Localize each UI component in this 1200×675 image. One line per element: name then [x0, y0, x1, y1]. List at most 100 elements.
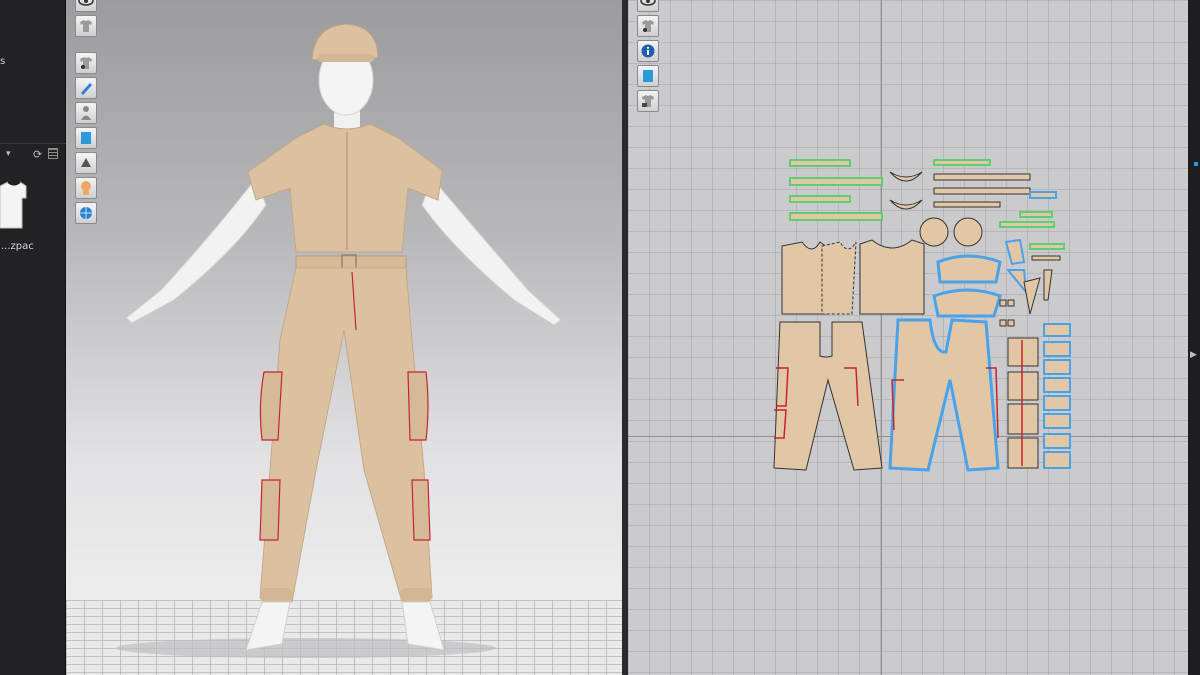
- pattern-layout[interactable]: [628, 0, 1188, 675]
- pattern-flap-5[interactable]: [1043, 395, 1071, 411]
- texture-icon: [643, 70, 653, 82]
- pattern-strip-5[interactable]: [933, 159, 991, 166]
- pattern-strip-6[interactable]: [933, 173, 1031, 181]
- folder-dropdown-icon[interactable]: ▾: [6, 149, 11, 159]
- pattern-cap-band-2[interactable]: [932, 288, 1002, 318]
- pattern-strip-13[interactable]: [1031, 255, 1061, 261]
- pattern-pocket-1[interactable]: [1007, 337, 1039, 367]
- lock-garment-button[interactable]: [637, 90, 659, 112]
- pattern-strip-7[interactable]: [933, 187, 1031, 195]
- texture-button[interactable]: [75, 127, 97, 149]
- pattern-crescent-1[interactable]: [889, 171, 923, 182]
- eye-icon: [640, 0, 656, 6]
- viewport-2d[interactable]: [628, 0, 1188, 675]
- library-panel: s ▾ ⟳ ...zpac: [0, 0, 66, 675]
- pattern-circle-1[interactable]: [919, 217, 949, 247]
- pattern-tiny-2[interactable]: [1007, 299, 1015, 307]
- library-file-thumbnail[interactable]: [0, 178, 28, 230]
- expand-panel-icon[interactable]: ▶: [1190, 350, 1197, 360]
- pattern-tiny-1[interactable]: [999, 299, 1007, 307]
- refresh-icon[interactable]: ⟳: [33, 148, 42, 161]
- library-file-name[interactable]: ...zpac: [1, 241, 34, 252]
- belt: [295, 255, 407, 269]
- pattern-tiny-3[interactable]: [999, 319, 1007, 327]
- avatar-with-garment[interactable]: [66, 0, 622, 675]
- pattern-pocket-4[interactable]: [1007, 437, 1039, 469]
- skin-icon: [81, 181, 91, 195]
- pattern-strip-12[interactable]: [1029, 243, 1065, 250]
- pattern-crescent-2[interactable]: [889, 199, 923, 210]
- pattern-strip-4[interactable]: [789, 212, 883, 221]
- pattern-flap-7[interactable]: [1043, 433, 1071, 449]
- pattern-flap-4[interactable]: [1043, 377, 1071, 393]
- avatar-icon: [81, 106, 91, 120]
- pattern-flap-3[interactable]: [1043, 359, 1071, 375]
- lock-garment-icon: [642, 95, 654, 107]
- pattern-pocket-3[interactable]: [1007, 403, 1039, 435]
- avatar-left-arm: [125, 176, 267, 324]
- pattern-strip-8[interactable]: [933, 201, 1001, 208]
- pattern-strip-3[interactable]: [789, 195, 851, 203]
- show-garment-2-button[interactable]: [75, 52, 97, 74]
- tshirt-icon: [0, 181, 27, 229]
- pattern-flap-2[interactable]: [1043, 341, 1071, 357]
- toolbar-2d: [637, 0, 661, 115]
- garment-eye-icon: [80, 57, 92, 69]
- cargo-pocket-left-lower: [259, 479, 281, 541]
- show-pattern-button[interactable]: [637, 0, 659, 12]
- pattern-front-bodice-right[interactable]: [821, 241, 857, 315]
- info-button[interactable]: [637, 40, 659, 62]
- pattern-cap-band-1[interactable]: [936, 254, 1002, 284]
- globe-icon: [80, 207, 92, 219]
- cargo-pocket-right-lower: [411, 479, 431, 541]
- brush-button[interactable]: [75, 77, 97, 99]
- pattern-flap-8[interactable]: [1043, 451, 1071, 469]
- pattern-strip-9[interactable]: [1029, 191, 1057, 199]
- surface-button[interactable]: [75, 152, 97, 174]
- shirt: [247, 123, 443, 253]
- cuff-left: [260, 588, 292, 602]
- info-icon: [641, 44, 655, 58]
- viewport-3d[interactable]: [66, 0, 622, 675]
- pattern-circle-2[interactable]: [953, 217, 983, 247]
- toolbar-3d: [75, 0, 99, 227]
- pattern-pocket-2[interactable]: [1007, 371, 1039, 401]
- pattern-front-bodice-left[interactable]: [781, 241, 829, 315]
- pattern-tiny-4[interactable]: [1007, 319, 1015, 327]
- pattern-small-4[interactable]: [1043, 269, 1053, 301]
- texture-icon: [81, 132, 91, 144]
- show-avatar-button[interactable]: [75, 0, 97, 12]
- avatar-right-foot: [401, 601, 445, 651]
- brush-icon: [81, 83, 92, 95]
- pattern-small-blue-2[interactable]: [1005, 269, 1028, 296]
- pattern-strip-2[interactable]: [789, 177, 883, 186]
- pattern-strip-11[interactable]: [999, 221, 1055, 228]
- pattern-flap-1[interactable]: [1043, 323, 1071, 337]
- texture-2d-button[interactable]: [637, 65, 659, 87]
- pattern-strip-10[interactable]: [1019, 211, 1053, 218]
- show-garment-button[interactable]: [75, 15, 97, 37]
- show-garment-2d-button[interactable]: [637, 15, 659, 37]
- eye-icon: [78, 0, 94, 6]
- cargo-pocket-right-upper: [407, 371, 429, 441]
- surface-icon: [81, 158, 91, 167]
- avatar-pose-button[interactable]: [75, 102, 97, 124]
- library-divider: [0, 143, 66, 144]
- pattern-strip-1[interactable]: [789, 159, 851, 167]
- list-view-icon[interactable]: [48, 148, 58, 159]
- app-window: s ▾ ⟳ ...zpac ▶: [0, 0, 1200, 675]
- pattern-small-blue-1[interactable]: [1004, 238, 1026, 266]
- pants: [259, 267, 433, 603]
- pattern-pants-front[interactable]: [773, 321, 883, 471]
- library-item-label: s: [0, 56, 6, 67]
- skin-button[interactable]: [75, 177, 97, 199]
- pattern-flap-6[interactable]: [1043, 413, 1071, 429]
- pattern-small-3[interactable]: [1023, 277, 1041, 315]
- pattern-back-bodice[interactable]: [859, 239, 925, 315]
- avatar-right-arm: [421, 177, 562, 326]
- panel-indicator: [1194, 162, 1198, 166]
- right-side-panel: ▶: [1188, 0, 1200, 675]
- pattern-pants-back[interactable]: [888, 318, 1000, 472]
- globe-button[interactable]: [75, 202, 97, 224]
- garment-eye-icon: [642, 20, 654, 32]
